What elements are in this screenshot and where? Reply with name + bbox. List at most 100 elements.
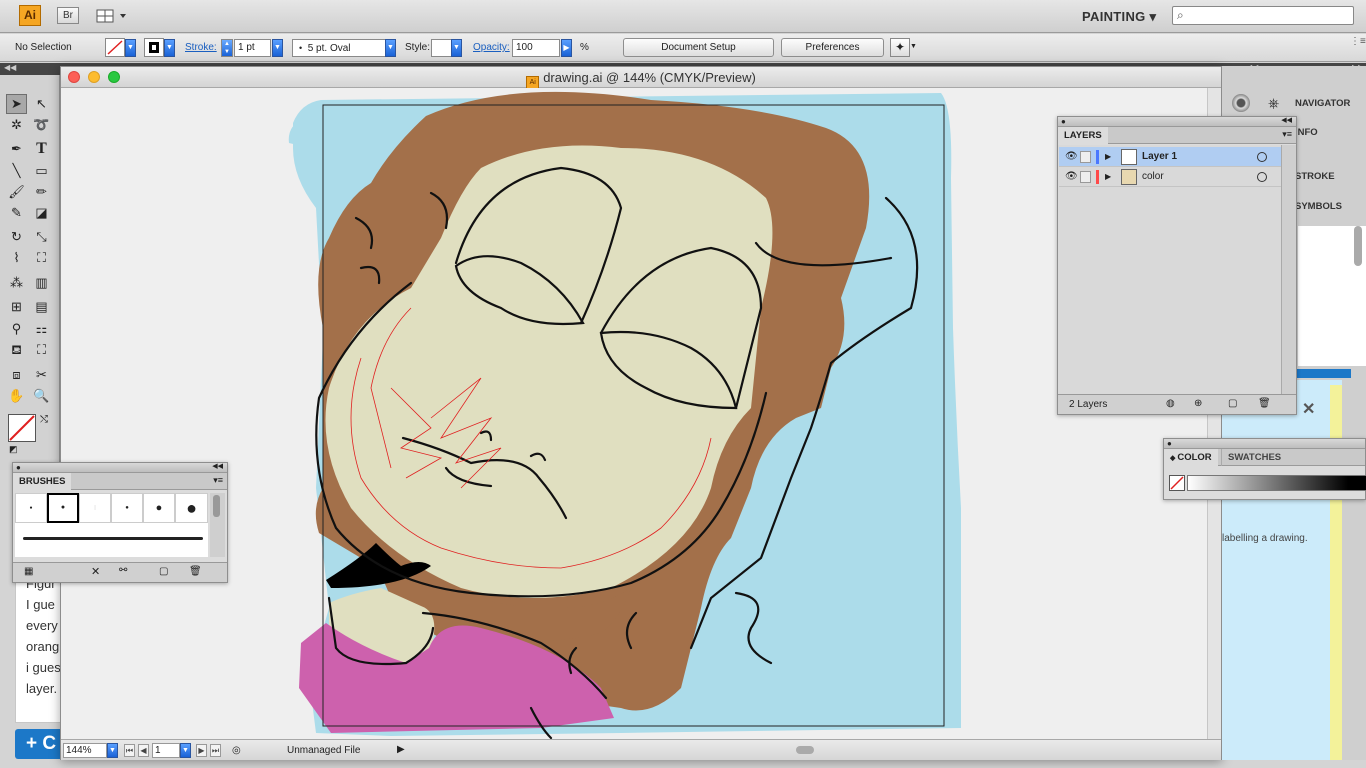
free-transform-tool[interactable]: ⛶ — [31, 248, 52, 268]
make-clipping-mask-icon[interactable]: ◍ — [1166, 398, 1175, 409]
graphic-style-dropdown[interactable]: ▼ — [451, 39, 462, 57]
panel-close-icon[interactable]: ● — [1167, 439, 1172, 448]
brush-definition-field[interactable]: • 5 pt. Oval — [292, 39, 387, 57]
scale-tool[interactable]: ⤡ — [31, 227, 52, 247]
opacity-slider-button[interactable]: ▶ — [561, 39, 572, 57]
background-add-button[interactable]: + C — [15, 729, 65, 759]
dock-item-info[interactable]: INFO — [1295, 127, 1318, 138]
blob-brush-tool[interactable]: ✎ — [6, 203, 27, 223]
visibility-eye-icon[interactable]: 👁 — [1065, 147, 1078, 167]
previous-artboard-button[interactable]: ◀ — [138, 744, 149, 757]
mesh-tool[interactable]: ⊞ — [6, 297, 27, 317]
stroke-weight-field[interactable]: 1 pt — [234, 39, 271, 57]
next-artboard-button[interactable]: ▶ — [196, 744, 207, 757]
lasso-tool[interactable]: ➰ — [31, 115, 52, 135]
expand-triangle-icon[interactable]: ▶ — [1105, 147, 1111, 167]
new-sublayer-icon[interactable]: ⊕ — [1194, 398, 1202, 409]
bridge-button[interactable]: Br — [57, 7, 79, 24]
stroke-weight-stepper[interactable]: ▲ ▼ — [221, 39, 233, 57]
background-scroll-thumb[interactable] — [1354, 226, 1362, 266]
zoom-dropdown[interactable]: ▼ — [107, 743, 118, 758]
select-similar-dropdown[interactable]: ▼ — [910, 43, 917, 50]
remove-brush-stroke-icon[interactable]: ✕ — [91, 565, 100, 578]
layer-row[interactable]: 👁 ▶ Layer 1 — [1059, 147, 1281, 167]
select-similar-button[interactable]: ✦ — [890, 38, 910, 57]
arrange-documents-button[interactable] — [96, 8, 128, 24]
layer-row[interactable]: 👁 ▶ color — [1059, 167, 1281, 187]
layer-name[interactable]: color — [1142, 167, 1164, 187]
slice-tool[interactable]: ✂ — [31, 365, 52, 385]
status-menu-icon[interactable]: ◎ — [232, 745, 241, 756]
brush-libraries-icon[interactable]: ▦ — [24, 566, 33, 577]
art-brush-swatch[interactable] — [23, 537, 203, 540]
live-paint-selection-tool[interactable]: ⛶ — [31, 340, 52, 360]
brushes-scrollbar[interactable] — [210, 493, 225, 557]
brush-definition-dropdown[interactable]: ▼ — [385, 39, 396, 57]
dock-item-navigator[interactable]: NAVIGATOR — [1295, 98, 1350, 109]
live-paint-bucket-tool[interactable]: ⛾ — [6, 340, 27, 360]
pencil-tool[interactable]: ✏ — [31, 182, 52, 202]
horizontal-scroll-thumb[interactable] — [796, 746, 814, 754]
brush-swatch[interactable]: ● — [143, 493, 175, 523]
type-tool[interactable]: T — [31, 139, 52, 159]
artwork[interactable] — [61, 88, 1207, 739]
zoom-tool[interactable]: 🔍 — [31, 386, 52, 406]
tab-swatches[interactable]: SWATCHES — [1221, 449, 1287, 466]
opacity-field[interactable]: 100 — [512, 39, 560, 57]
blend-tool[interactable]: ⚏ — [31, 319, 52, 339]
direct-selection-tool[interactable]: ↖ — [31, 94, 52, 114]
tab-layers[interactable]: LAYERS — [1058, 127, 1108, 144]
brush-swatch[interactable]: | — [79, 493, 111, 523]
rectangle-tool[interactable]: ▭ — [31, 161, 52, 181]
gradient-tool[interactable]: ▤ — [31, 297, 52, 317]
artboard-field[interactable]: 1 — [152, 743, 180, 758]
selection-tool[interactable]: ➤ — [6, 94, 27, 114]
brush-options-icon[interactable]: ⚯ — [119, 565, 127, 576]
target-icon[interactable] — [1257, 172, 1267, 182]
background-close-icon[interactable]: ✕ — [1302, 399, 1315, 419]
dock-item-stroke[interactable]: STROKE — [1295, 171, 1335, 182]
paintbrush-tool[interactable]: 🖌 — [6, 182, 27, 202]
zoom-field[interactable]: 144% — [63, 743, 107, 758]
hand-tool[interactable]: ✋ — [6, 386, 27, 406]
panel-close-icon[interactable]: ● — [1061, 117, 1066, 126]
stroke-label[interactable]: Stroke: — [185, 42, 217, 53]
rotate-tool[interactable]: ↻ — [6, 227, 27, 247]
lock-toggle[interactable] — [1080, 171, 1091, 183]
control-panel-menu-icon[interactable]: ⋮≡ — [1350, 36, 1366, 47]
layers-scrollbar[interactable] — [1281, 145, 1296, 395]
opacity-label[interactable]: Opacity: — [473, 42, 510, 53]
new-brush-icon[interactable]: ▢ — [159, 566, 168, 577]
brushes-scroll-thumb[interactable] — [213, 495, 220, 517]
layers-panel-grip[interactable]: ● ◀◀ — [1058, 117, 1296, 127]
brush-swatch-selected[interactable]: ● — [47, 493, 79, 523]
delete-brush-icon[interactable]: 🗑 — [189, 566, 202, 577]
stroke-weight-dropdown[interactable]: ▼ — [272, 39, 283, 57]
graph-tool[interactable]: ▥ — [31, 273, 52, 293]
search-input[interactable]: ⌕ — [1172, 6, 1354, 25]
navigator-icon[interactable] — [1232, 94, 1250, 112]
brushes-panel-grip[interactable]: ● ◀◀ — [13, 463, 227, 473]
default-colors-icon[interactable]: ◩ — [9, 444, 18, 455]
eraser-tool[interactable]: ◪ — [31, 203, 52, 223]
width-tool[interactable]: ⌇ — [6, 248, 27, 268]
panel-menu-icon[interactable]: ▾≡ — [213, 475, 223, 486]
artboard-dropdown[interactable]: ▼ — [180, 743, 191, 758]
first-artboard-button[interactable]: ⏮ — [124, 744, 135, 757]
fill-dropdown[interactable]: ▼ — [125, 39, 136, 57]
symbol-sprayer-tool[interactable]: ⁂ — [6, 273, 27, 293]
status-menu-arrow[interactable]: ▶ — [397, 744, 405, 755]
stroke-dropdown[interactable]: ▼ — [164, 39, 175, 57]
eyedropper-tool[interactable]: ⚲ — [6, 319, 27, 339]
expand-triangle-icon[interactable]: ▶ — [1105, 167, 1111, 187]
color-panel-grip[interactable]: ● — [1164, 439, 1365, 449]
artboard-tool[interactable]: ⧈ — [6, 365, 27, 385]
document-setup-button[interactable]: Document Setup — [623, 38, 774, 57]
brush-swatch[interactable]: ● — [111, 493, 143, 523]
magic-wand-tool[interactable]: ✲ — [6, 115, 27, 135]
navigator-wheel-icon[interactable]: ⎈ — [1268, 95, 1279, 112]
brush-swatch[interactable]: ● — [175, 493, 208, 523]
panel-collapse-icon[interactable]: ◀◀ — [1281, 116, 1292, 124]
brush-swatch[interactable]: ● — [15, 493, 47, 523]
lock-toggle[interactable] — [1080, 151, 1091, 163]
